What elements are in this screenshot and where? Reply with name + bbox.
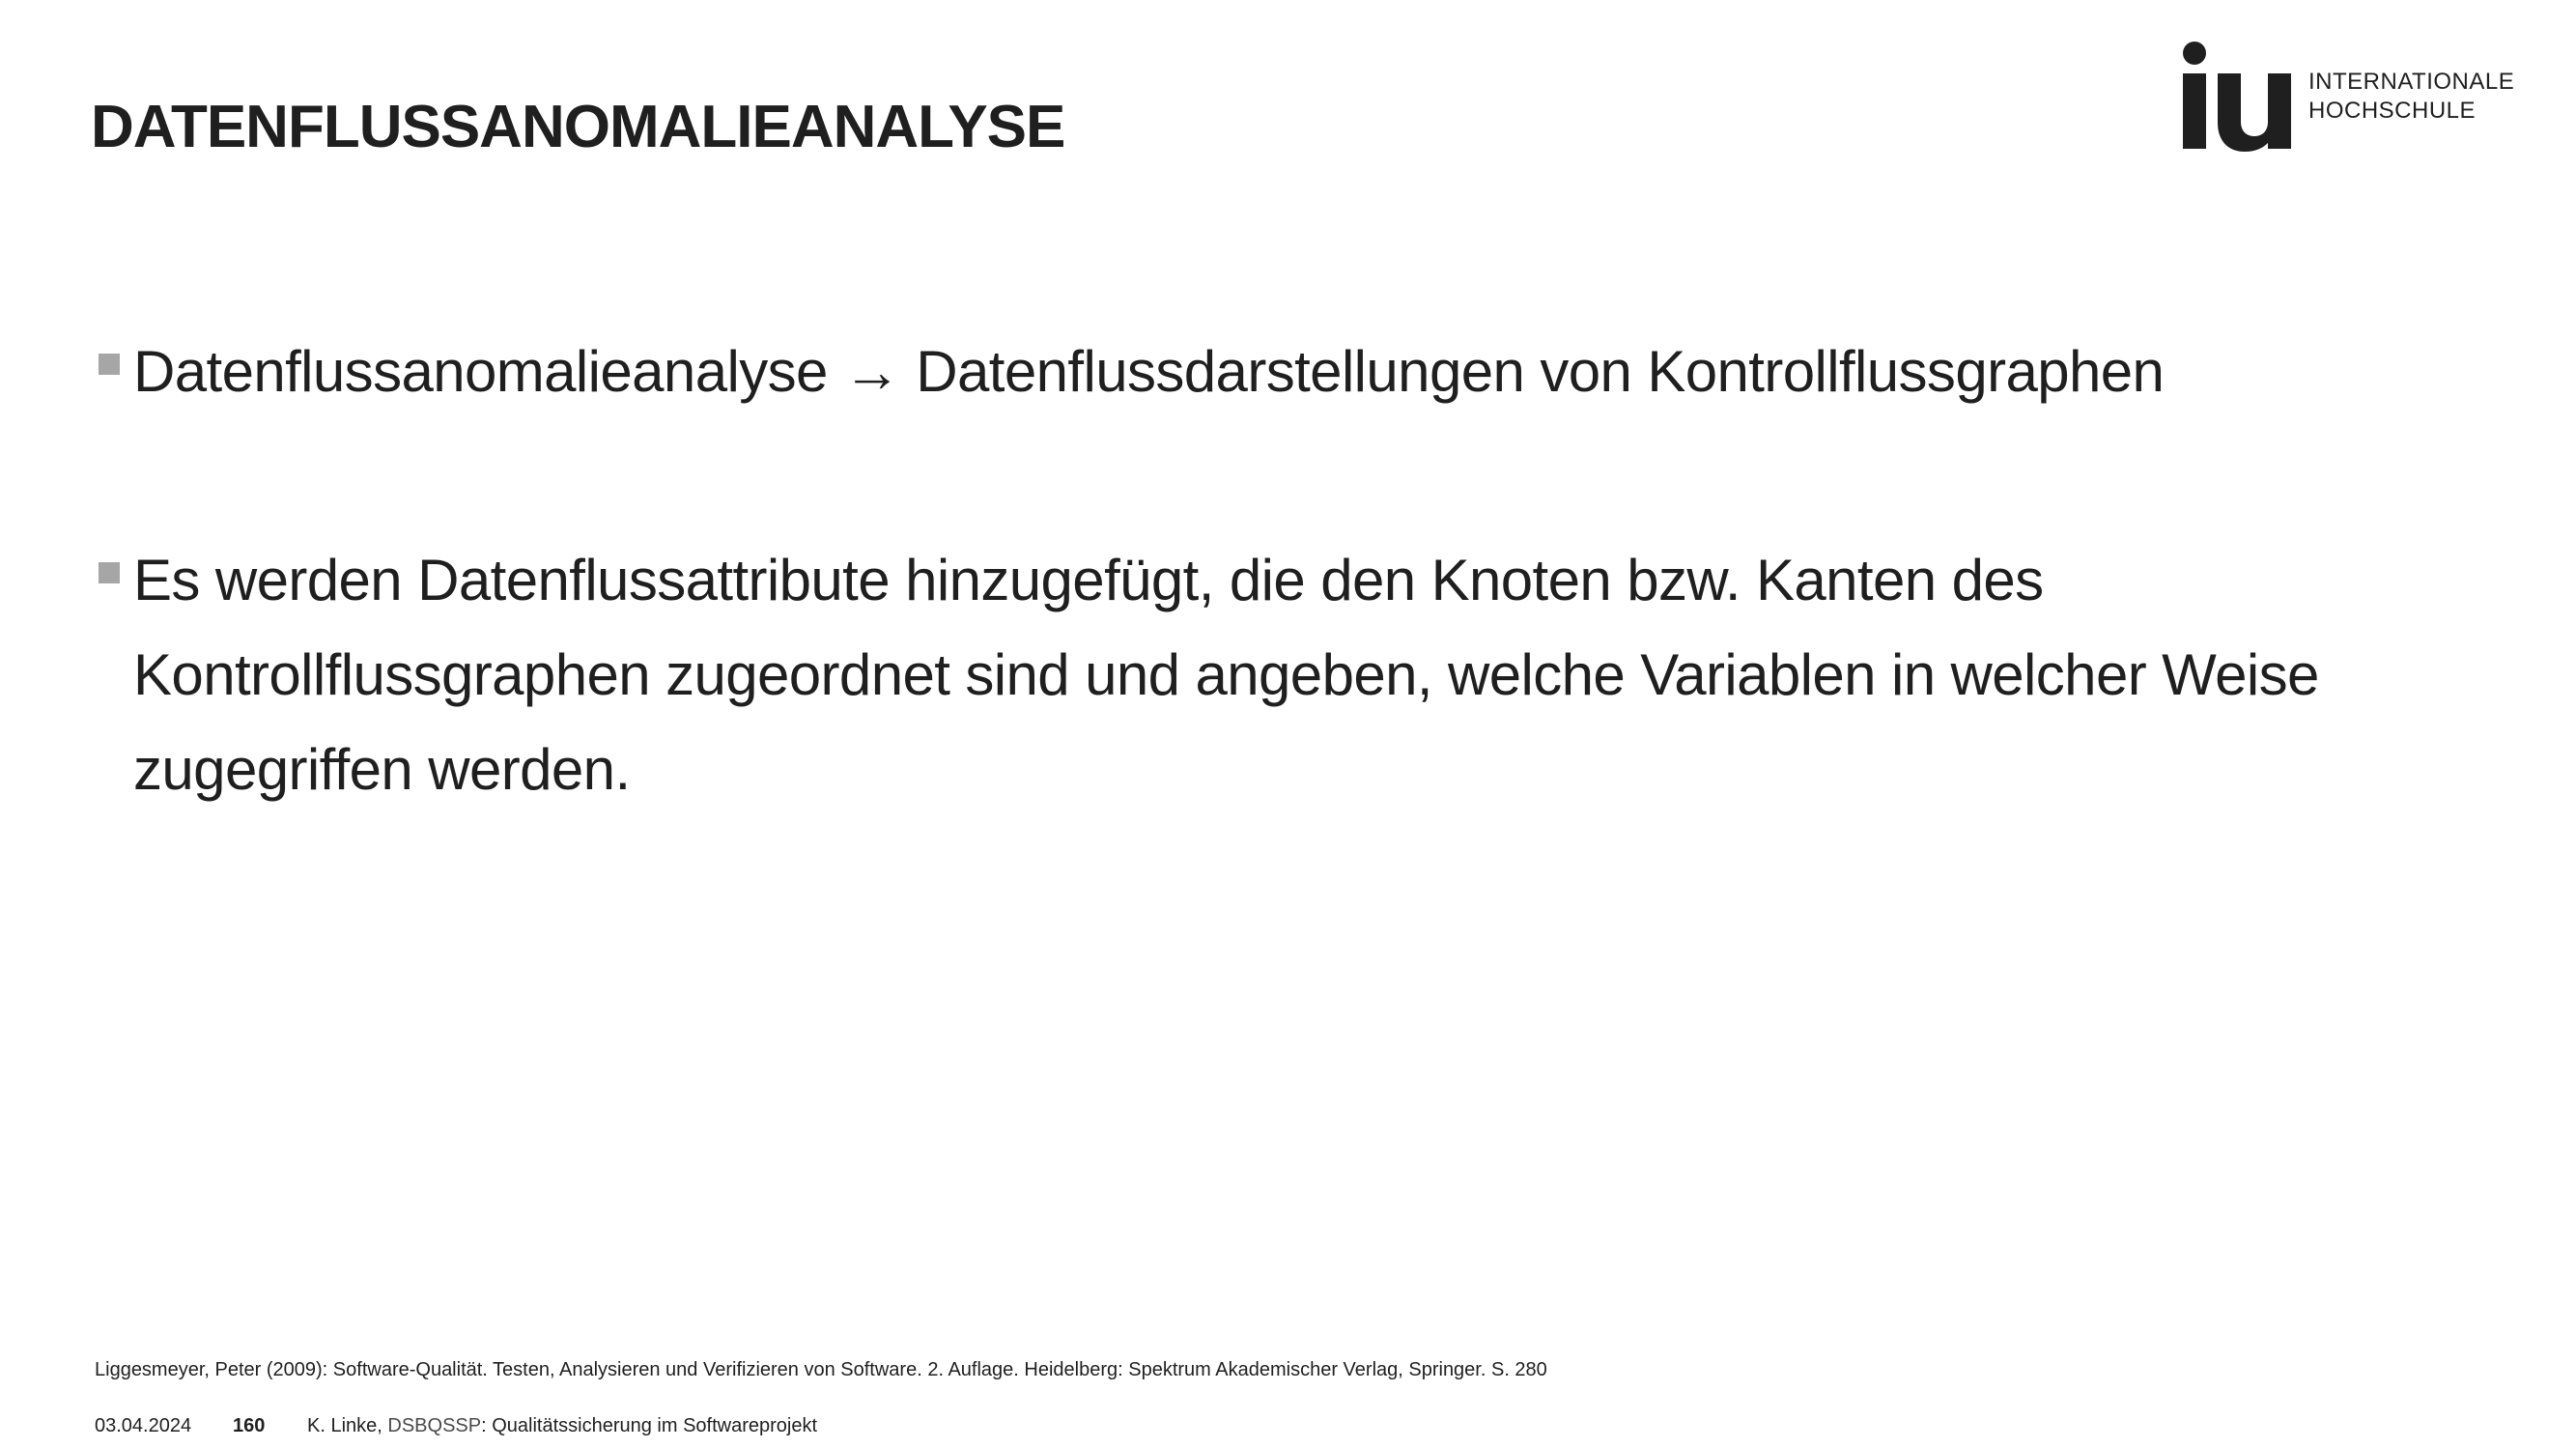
- logo-line-2: HOCHSCHULE: [2308, 98, 2477, 124]
- footer-page-number: 160: [233, 1415, 266, 1436]
- iu-logo-text: INTERNATIONALE HOCHSCHULE: [2308, 68, 2514, 126]
- bullet-list: Datenflussanomalieanalyse → Datenflussda…: [99, 325, 2349, 817]
- bullet-item-1: Datenflussanomalieanalyse → Datenflussda…: [99, 325, 2349, 419]
- iu-logo: INTERNATIONALE HOCHSCHULE: [2177, 39, 2525, 155]
- iu-logo-mark: [2183, 42, 2291, 152]
- square-bullet-icon: [99, 562, 120, 583]
- slide-title: DATENFLUSSANOMALIEANALYSE: [91, 94, 1065, 160]
- logo-line-1: INTERNATIONALE: [2308, 69, 2515, 95]
- footer-course-code: DSBQSSP: [387, 1415, 482, 1436]
- square-bullet-icon: [99, 354, 120, 375]
- citation: Liggesmeyer, Peter (2009): Software-Qual…: [95, 1359, 1547, 1380]
- bullet-item-2: Es werden Datenflussattribute hinzugefüg…: [99, 533, 2349, 817]
- footer-date: 03.04.2024: [95, 1415, 192, 1436]
- footer-author: K. Linke,: [307, 1415, 388, 1436]
- bullet-text-1: Datenflussanomalieanalyse → Datenflussda…: [133, 339, 2165, 404]
- footer-course-info: K. Linke, DSBQSSP: Qualitätssicherung im…: [307, 1413, 817, 1438]
- bullet-text-2: Es werden Datenflussattribute hinzugefüg…: [133, 548, 2319, 802]
- footer-course-title: : Qualitätssicherung im Softwareprojekt: [481, 1415, 818, 1436]
